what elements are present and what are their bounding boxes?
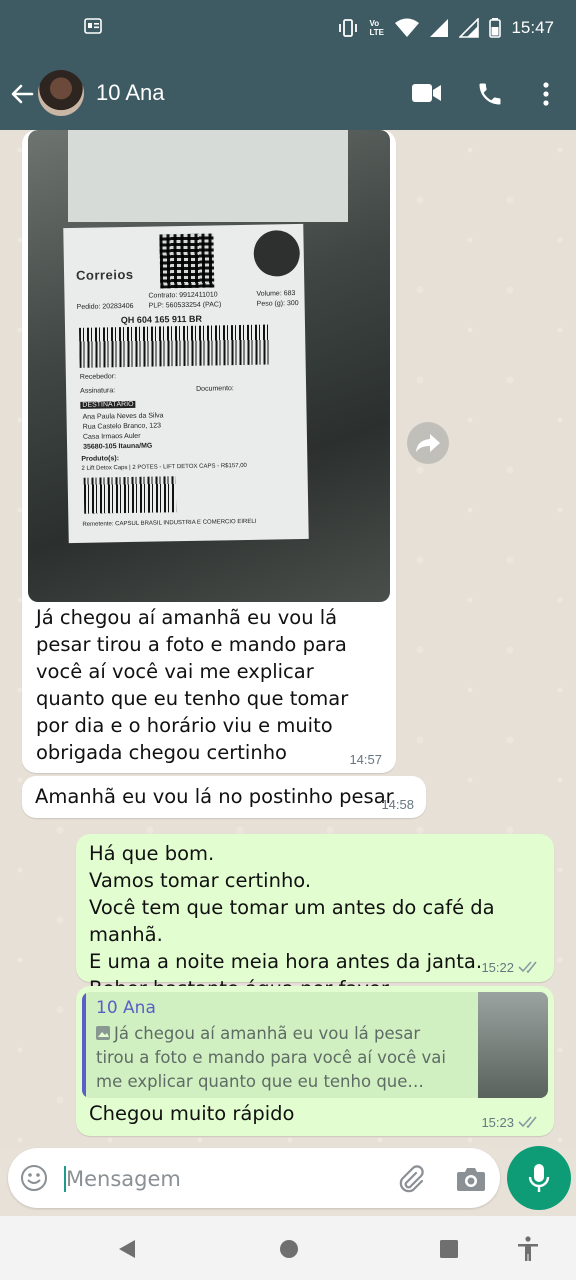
emoji-icon[interactable] (20, 1164, 48, 1192)
quote-text-content: Já chegou aí amanhã eu vou lá pesar tiro… (96, 1024, 446, 1091)
status-bar: Vo LTE 15:47 (0, 0, 576, 56)
battery-icon (489, 18, 502, 38)
message-input-box[interactable] (8, 1148, 500, 1208)
message-text: Amanhã eu vou lá no postinho pesar (35, 785, 394, 808)
forward-button[interactable] (407, 422, 449, 464)
quoted-message[interactable]: 10 Ana Já chegou aí amanhã eu vou lá pes… (82, 992, 548, 1098)
photo-icon (96, 1026, 110, 1040)
wifi-icon (395, 18, 420, 37)
label-pedido: Pedido: 20283406 (76, 302, 134, 311)
message-input[interactable] (64, 1160, 388, 1198)
message-time: 15:22 (481, 960, 514, 975)
signal-icon-2 (459, 18, 480, 38)
accessibility-icon[interactable] (516, 1236, 540, 1262)
quote-author: 10 Ana (96, 998, 156, 1018)
nav-home-icon[interactable] (278, 1238, 300, 1260)
clock: 15:47 (511, 18, 554, 37)
label-produtos: Produto(s): (81, 455, 120, 463)
label-dest-place: Casa Irmaos Auler (82, 432, 141, 441)
message-line: Vamos tomar certinho. (89, 869, 312, 892)
shipping-label: Correios Contrato: 9912411010 Volume: 68… (63, 223, 309, 544)
quote-bar (82, 992, 86, 1098)
quote-text: Já chegou aí amanhã eu vou lá pesar tiro… (96, 1022, 452, 1094)
outgoing-message[interactable]: Há que bom. Vamos tomar certinho. Você t… (76, 834, 554, 1000)
system-navigation-bar (0, 1216, 576, 1280)
double-check-icon (518, 961, 537, 974)
label-dest-city: 35680-105 Itauna/MG (83, 442, 153, 451)
package-photo[interactable]: Correios Contrato: 9912411010 Volume: 68… (28, 130, 390, 602)
label-tracking: QH 604 165 911 BR (120, 313, 203, 326)
chat-header: 10 Ana (0, 56, 576, 130)
quote-thumbnail (478, 992, 548, 1098)
back-arrow-icon[interactable] (8, 80, 36, 108)
volte-icon: Vo LTE (369, 19, 384, 37)
nav-recents-icon[interactable] (438, 1238, 460, 1260)
label-peso: Peso (g): 300 (256, 300, 299, 308)
microphone-icon (528, 1164, 550, 1192)
label-recebedor: Recebedor: (79, 373, 117, 381)
declaration-sheet (68, 130, 348, 222)
label-plp: PLP: 560533254 (PAC) (148, 301, 222, 310)
forward-icon (416, 434, 440, 452)
label-dest-name: Ana Paula Neves da Silva (82, 412, 164, 421)
label-assinatura: Assinatura: (80, 387, 116, 395)
message-time: 14:58 (381, 797, 414, 812)
label-produtos-desc: 2 Lift Detox Caps | 2 POTES - LIFT DETOX… (81, 462, 247, 472)
vibrate-icon (339, 19, 358, 37)
label-dest-street: Rua Castelo Branco, 123 (82, 422, 162, 431)
qr-code (159, 233, 215, 289)
voice-record-button[interactable] (507, 1146, 571, 1210)
label-volume: Volume: 683 (256, 290, 296, 298)
label-barcode (79, 324, 270, 368)
notification-icon (84, 18, 102, 34)
camera-icon[interactable] (456, 1166, 486, 1192)
message-composer (0, 1146, 576, 1216)
label-contrato: Contrato: 9912411010 (148, 291, 218, 300)
message-text: Chegou muito rápido (89, 1102, 295, 1125)
message-line: Você tem que tomar um antes do café da m… (89, 896, 495, 946)
video-call-icon[interactable] (412, 82, 442, 104)
label-remetente: Remetente: CAPSUL BRASIL INDUSTRIA E COM… (82, 518, 257, 528)
signal-icon (430, 19, 449, 37)
double-check-icon (518, 1116, 537, 1129)
message-line: Há que bom. (89, 842, 215, 865)
nav-back-icon[interactable] (116, 1238, 138, 1260)
contact-avatar[interactable] (38, 70, 84, 116)
outgoing-reply-message[interactable]: 10 Ana Já chegou aí amanhã eu vou lá pes… (76, 986, 554, 1136)
label-barcode-2 (83, 476, 177, 514)
label-destinatario: DESTINATÁRIO (80, 400, 136, 409)
chat-messages[interactable]: Correios Contrato: 9912411010 Volume: 68… (0, 130, 576, 1146)
voice-call-icon[interactable] (476, 80, 504, 108)
attach-icon[interactable] (396, 1164, 426, 1194)
message-time: 15:23 (481, 1115, 514, 1130)
label-documento: Documento: (196, 385, 234, 393)
message-time: 14:57 (349, 752, 382, 767)
correios-logo-text: Correios (75, 266, 134, 283)
message-text: Já chegou aí amanhã eu vou lá pesar tiro… (36, 606, 349, 764)
incoming-photo-message[interactable]: Correios Contrato: 9912411010 Volume: 68… (22, 130, 396, 773)
seal-circle (253, 229, 301, 277)
contact-name[interactable]: 10 Ana (96, 80, 165, 106)
more-options-icon[interactable] (534, 80, 558, 108)
incoming-message[interactable]: Amanhã eu vou lá no postinho pesar 14:58 (22, 776, 426, 818)
